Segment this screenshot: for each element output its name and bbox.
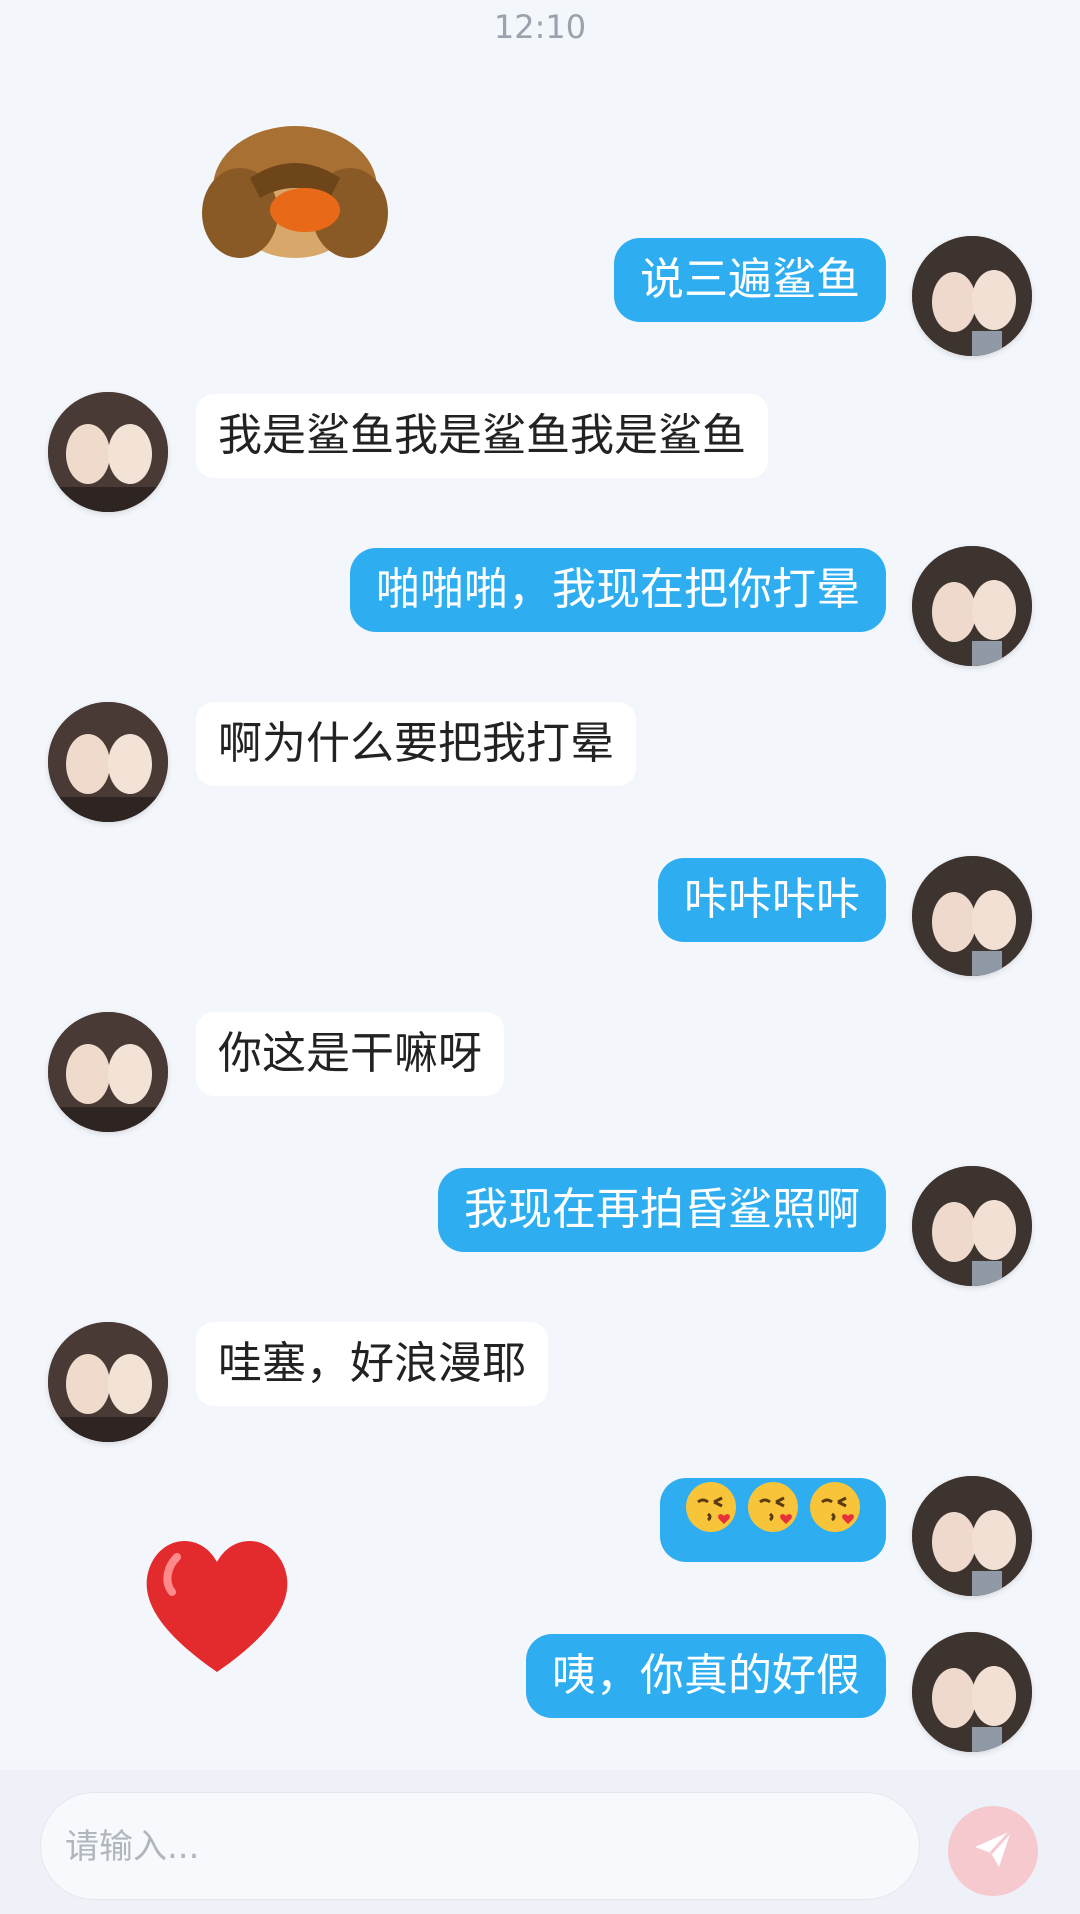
message-bubble-sent[interactable]: 我现在再拍昏鲨照啊 xyxy=(438,1168,886,1252)
message-bubble-sent[interactable]: 说三遍鲨鱼 xyxy=(614,238,886,322)
message-bubble-sent[interactable]: 咦，你真的好假 xyxy=(526,1634,886,1718)
message-bubble-sent[interactable]: 啪啪啪，我现在把你打晕 xyxy=(350,548,886,632)
contact-avatar[interactable] xyxy=(48,392,168,512)
contact-avatar[interactable] xyxy=(48,1012,168,1132)
message-input[interactable]: 请输入... xyxy=(40,1792,920,1900)
message-bubble-received[interactable]: 我是鲨鱼我是鲨鱼我是鲨鱼 xyxy=(196,394,768,478)
contact-avatar[interactable] xyxy=(48,1322,168,1442)
face-blowing-kiss-icon xyxy=(808,1478,862,1562)
message-bubble-sent[interactable]: 咔咔咔咔 xyxy=(658,858,886,942)
message-bubble-received[interactable]: 你这是干嘛呀 xyxy=(196,1012,504,1096)
message-bubble-received[interactable]: 啊为什么要把我打晕 xyxy=(196,702,636,786)
contact-avatar[interactable] xyxy=(48,702,168,822)
message-bubble-sent-emoji[interactable] xyxy=(660,1478,886,1562)
self-avatar[interactable] xyxy=(912,546,1032,666)
self-avatar[interactable] xyxy=(912,856,1032,976)
self-avatar[interactable] xyxy=(912,1476,1032,1596)
send-button[interactable] xyxy=(948,1806,1038,1896)
heart-sticker xyxy=(132,1522,302,1682)
self-avatar[interactable] xyxy=(912,1166,1032,1286)
face-blowing-kiss-icon xyxy=(684,1478,738,1562)
face-blowing-kiss-icon xyxy=(746,1478,800,1562)
monkey-sticker xyxy=(200,118,400,278)
status-time: 12:10 xyxy=(493,8,587,46)
message-bubble-received[interactable]: 哇塞，好浪漫耶 xyxy=(196,1322,548,1406)
paper-plane-icon xyxy=(971,1827,1015,1875)
self-avatar[interactable] xyxy=(912,1632,1032,1752)
self-avatar[interactable] xyxy=(912,236,1032,356)
